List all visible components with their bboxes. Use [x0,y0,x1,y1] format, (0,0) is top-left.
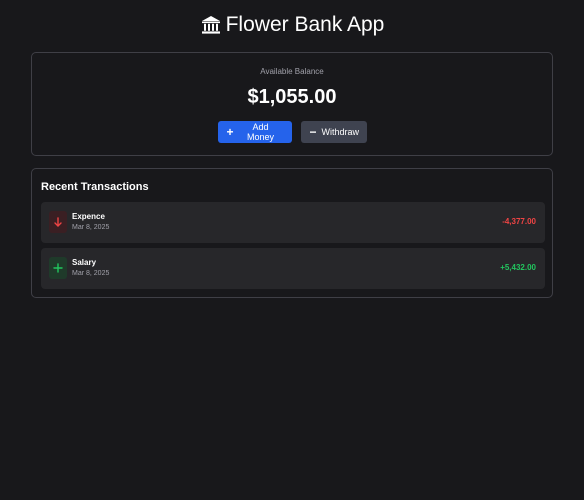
transaction-name: Expence [72,212,105,221]
page-title: Flower Bank App [0,11,584,39]
plus-icon: + [226,125,234,139]
bank-icon [200,14,222,36]
recent-transactions-card: Recent Transactions Expence Mar 8, 2025 … [31,168,553,298]
app-title-text: Flower Bank App [225,13,385,36]
transaction-date: Mar 8, 2025 [72,224,110,231]
add-money-button[interactable]: + Add Money [217,121,292,143]
balance-actions: + Add Money − Withdraw [32,121,552,143]
transaction-amount: +5,432.00 [500,263,536,272]
withdraw-button[interactable]: − Withdraw [300,121,367,143]
balance-label: Available Balance [260,67,324,76]
withdraw-label: Withdraw [321,127,360,137]
app-root: Flower Bank App Available Balance $1,055… [0,0,584,500]
transaction-row[interactable]: Salary Mar 8, 2025 +5,432.00 [41,248,545,289]
balance-amount: $1,055.00 [247,86,337,108]
transactions-heading: Recent Transactions [41,181,149,193]
add-money-label: Add Money [247,122,275,142]
minus-icon: − [309,125,317,139]
transaction-amount: -4,377.00 [502,217,536,226]
transaction-name: Salary [72,258,97,267]
transaction-row[interactable]: Expence Mar 8, 2025 -4,377.00 [41,202,545,243]
balance-card: Available Balance $1,055.00 + Add Money … [31,52,553,156]
plus-icon [49,257,67,279]
arrow-down-icon [49,211,67,233]
transaction-date: Mar 8, 2025 [72,270,110,277]
